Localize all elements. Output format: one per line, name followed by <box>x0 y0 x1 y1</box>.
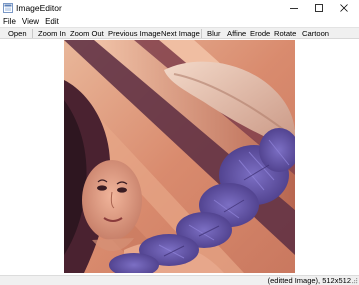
title-bar[interactable]: ImageEditor <box>0 0 359 16</box>
open-button[interactable]: Open <box>8 29 27 39</box>
rotate-button[interactable]: Rotate <box>274 29 296 39</box>
resize-grip-icon[interactable] <box>352 278 358 284</box>
maximize-icon <box>315 4 323 12</box>
window-title: ImageEditor <box>16 3 62 13</box>
image-canvas[interactable] <box>0 39 359 275</box>
status-bar: (editted Image), 512x512 <box>0 275 359 285</box>
app-icon <box>3 3 13 13</box>
toolbar-separator <box>201 29 202 38</box>
status-text: (editted Image), 512x512 <box>267 276 351 285</box>
erode-button[interactable]: Erode <box>250 29 270 39</box>
next-image-button[interactable]: Next Image <box>161 29 200 39</box>
edited-image <box>64 40 295 273</box>
blur-button[interactable]: Blur <box>207 29 221 39</box>
menu-file[interactable]: File <box>0 17 19 27</box>
toolbar-separator <box>32 29 33 38</box>
minimize-icon <box>290 8 298 9</box>
zoom-in-button[interactable]: Zoom In <box>38 29 66 39</box>
zoom-out-button[interactable]: Zoom Out <box>70 29 104 39</box>
close-button[interactable] <box>329 0 359 16</box>
edited-image-picture <box>64 40 295 273</box>
affine-button[interactable]: Affine <box>227 29 246 39</box>
previous-image-button[interactable]: Previous Image <box>108 29 161 39</box>
toolbar: Open Zoom In Zoom Out Previous Image Nex… <box>0 27 359 39</box>
cartoon-button[interactable]: Cartoon <box>302 29 329 39</box>
menu-view[interactable]: View <box>19 17 42 27</box>
menu-bar: File View Edit <box>0 16 359 27</box>
menu-edit[interactable]: Edit <box>42 17 62 27</box>
close-icon <box>340 4 348 12</box>
